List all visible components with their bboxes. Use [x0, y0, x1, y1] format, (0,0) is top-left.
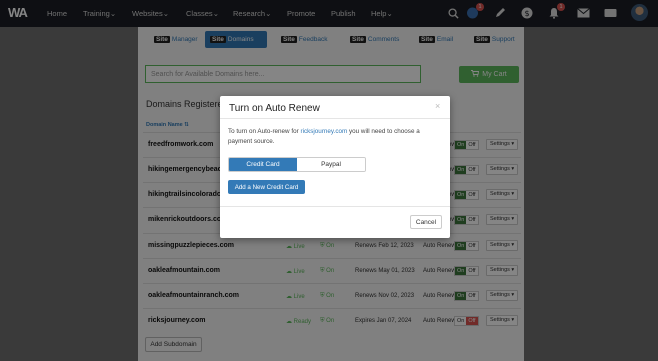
- modal-message: To turn on Auto-renew for ricksjourney.c…: [228, 128, 420, 145]
- credit-card-option[interactable]: Credit Card: [229, 158, 297, 171]
- modal-domain-link[interactable]: ricksjourney.com: [300, 128, 347, 135]
- modal-title: Turn on Auto Renew: [229, 103, 320, 114]
- paypal-option[interactable]: Paypal: [297, 158, 365, 171]
- add-credit-card-button[interactable]: Add a New Credit Card: [228, 180, 305, 194]
- close-icon[interactable]: ×: [435, 101, 440, 111]
- modal-divider: [220, 118, 450, 119]
- payment-source-toggle: Credit Card Paypal: [228, 157, 366, 172]
- cancel-button[interactable]: Cancel: [410, 215, 442, 229]
- auto-renew-modal: Turn on Auto Renew × To turn on Auto-ren…: [220, 96, 450, 238]
- modal-footer-divider: [220, 206, 450, 207]
